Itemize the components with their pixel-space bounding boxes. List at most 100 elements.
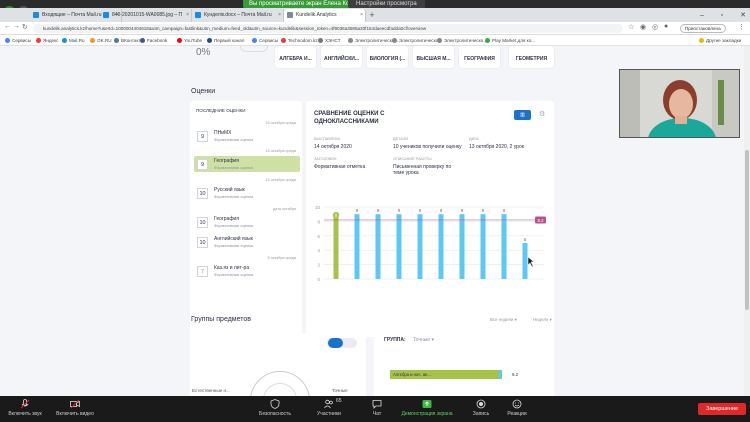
tab-label: Kundelik.Analytics: [296, 12, 337, 18]
bookmark-icon: [140, 38, 145, 43]
record-button[interactable]: Запись: [466, 396, 496, 422]
bookmark-label: Сервисы: [12, 38, 32, 43]
bookmark-item[interactable]: Электролитическо...: [392, 35, 442, 46]
bookmark-icon: [348, 38, 353, 43]
profile-icon[interactable]: ●: [664, 23, 668, 30]
security-button[interactable]: Безопасность: [252, 396, 298, 422]
forward-icon[interactable]: →: [13, 23, 20, 30]
group-label: ГРУППА:: [384, 337, 406, 343]
record-icon: [476, 399, 486, 409]
meta-label: ДАТА: [469, 137, 479, 141]
bar-data-label: 9: [356, 208, 359, 213]
url-input[interactable]: kundelik.analytics.kz/home?userId=100000…: [33, 24, 623, 33]
chat-button[interactable]: Чат: [360, 396, 394, 422]
grade-item[interactable]: 10 География Формативная оценка: [194, 214, 300, 230]
bookmark-icon: [252, 38, 257, 43]
analytics-icon: [287, 12, 293, 18]
minimize-icon[interactable]: –: [700, 12, 704, 19]
bookmark-item[interactable]: YouTube: [177, 35, 202, 46]
button-label: Участники: [317, 411, 341, 417]
subject-card-higher-math[interactable]: ВЫСШАЯ М...: [413, 46, 454, 68]
bookmark-item[interactable]: Первый канал: [207, 35, 244, 46]
bookmark-item[interactable]: Technodom.kz: [281, 35, 318, 46]
recent-grades-title: ПОСЛЕДНИЕ ОЦЕНКИ: [196, 108, 246, 113]
bar-chart-toggle-button[interactable]: ▥: [514, 110, 531, 120]
bookmark-item[interactable]: Электролитическо...: [437, 35, 487, 46]
grade-item[interactable]: 9 ПНиМХ Формативная оценка: [194, 128, 300, 144]
subject-card-geometry[interactable]: ГЕОМЕТРИЯ: [509, 46, 554, 68]
group-value: Точные: [413, 337, 431, 343]
bookmark-item[interactable]: Play Market для ко...: [485, 35, 535, 46]
participants-icon: [324, 399, 333, 409]
grade-subject: Русский язык: [214, 187, 245, 193]
star-icon[interactable]: ☆: [628, 23, 634, 31]
tab-docx[interactable]: Кунделік.docx – Почта Mail.ru ×: [192, 9, 284, 22]
bookmark-label: YouTube: [184, 38, 203, 43]
grade-subject: Английский язык: [214, 236, 253, 242]
close-icon[interactable]: ×: [186, 9, 189, 22]
bookmark-item[interactable]: Яндекс: [36, 35, 58, 46]
group-select[interactable]: Точные ▾: [413, 337, 434, 343]
tab-image[interactable]: 840-20201015-WA0085.jpg – П ×: [100, 9, 192, 22]
grade-type: Формативная оценка: [214, 165, 254, 170]
settings-icon[interactable]: ⚙: [537, 110, 547, 120]
participants-button[interactable]: Участники: [308, 396, 350, 422]
microphone-muted-icon: [20, 399, 30, 409]
back-icon[interactable]: ←: [4, 23, 11, 30]
extension-icon[interactable]: ◎: [652, 23, 658, 31]
grade-item[interactable]: 10 Английский язык Формативная оценка: [194, 234, 300, 250]
bookmark-item[interactable]: Сервисы: [252, 35, 278, 46]
extension-icon[interactable]: ◉: [640, 23, 646, 31]
period-dropdown[interactable]: Все недели ▾: [490, 317, 517, 323]
bookmark-item[interactable]: Mail.Ru: [62, 35, 85, 46]
bookmark-icon: [699, 38, 704, 43]
subject-card-english[interactable]: АНГЛИЙСКИ...: [321, 46, 362, 68]
week-dropdown[interactable]: Неделя ▾: [533, 317, 552, 323]
meta-value: 13 октября 2020, 2 урок: [469, 144, 524, 150]
chart-bar: [417, 214, 423, 279]
new-tab-button[interactable]: +: [367, 9, 377, 21]
unmute-button[interactable]: Включить звук: [2, 396, 48, 422]
y-tick-label: 10: [315, 205, 321, 210]
meta-label: ЗАГОЛОВОК: [314, 157, 337, 161]
bar-data-label: 9: [503, 208, 506, 213]
grade-value: 10: [197, 217, 208, 228]
grade-item[interactable]: 10 Русский язык Формативная оценка: [194, 185, 300, 201]
grade-type: Формативная оценка: [214, 272, 254, 277]
bookmark-item[interactable]: Сервисы: [5, 35, 31, 46]
tab-analytics[interactable]: Kundelik.Analytics ×: [284, 9, 366, 22]
bookmark-item[interactable]: ВКонтакте: [114, 35, 143, 46]
bookmark-icon: [62, 38, 67, 43]
average-label: 8.2: [537, 218, 544, 223]
bookmark-item[interactable]: OK.RU: [90, 35, 112, 46]
end-meeting-button[interactable]: Завершение: [698, 403, 746, 415]
maximize-icon[interactable]: ▫: [721, 12, 723, 19]
close-window-icon[interactable]: ✕: [740, 11, 746, 19]
grade-item-selected[interactable]: 9 География Формативная оценка: [194, 156, 300, 172]
subject-card-algebra[interactable]: АЛГЕБРА И...: [275, 46, 316, 68]
bookmark-item[interactable]: Другие закладки: [699, 35, 741, 46]
webcam-video[interactable]: [619, 69, 740, 138]
subject-card-geography[interactable]: ГЕОГРАФИЯ: [459, 46, 500, 68]
subject-card-biology[interactable]: БИОЛОГИЯ (...: [367, 46, 408, 68]
toggle-knob: [328, 338, 343, 348]
bookmark-icon: [207, 38, 212, 43]
dropdown-value: Неделя: [533, 317, 549, 322]
bookmark-item[interactable]: Facebook: [140, 35, 167, 46]
shield-icon: [270, 399, 280, 409]
close-icon[interactable]: ×: [360, 9, 363, 22]
start-video-button[interactable]: Включить видео: [50, 396, 100, 422]
bookmark-item[interactable]: ХЭНСТ: [318, 35, 341, 46]
bar-data-label: 9: [398, 208, 401, 213]
menu-icon[interactable]: ⋮: [738, 23, 745, 31]
meta-label: ОПИСАНИЕ РАБОТЫ: [393, 157, 432, 161]
tab-label: Кунделік.docx – Почта Mail.ru: [204, 12, 272, 18]
close-icon[interactable]: ×: [278, 9, 281, 22]
scroll-thumb[interactable]: [745, 150, 749, 310]
share-screen-button[interactable]: Демонстрация экрана: [396, 396, 458, 422]
reload-icon[interactable]: ↻: [22, 23, 28, 31]
grade-item[interactable]: 7 Каз.яз и лит-ра Формативная оценка: [194, 263, 300, 279]
bookmark-item[interactable]: Электролитическо...: [348, 35, 398, 46]
reactions-button[interactable]: Реакции: [502, 396, 532, 422]
sync-paused-button[interactable]: Приостановлена: [680, 24, 726, 33]
